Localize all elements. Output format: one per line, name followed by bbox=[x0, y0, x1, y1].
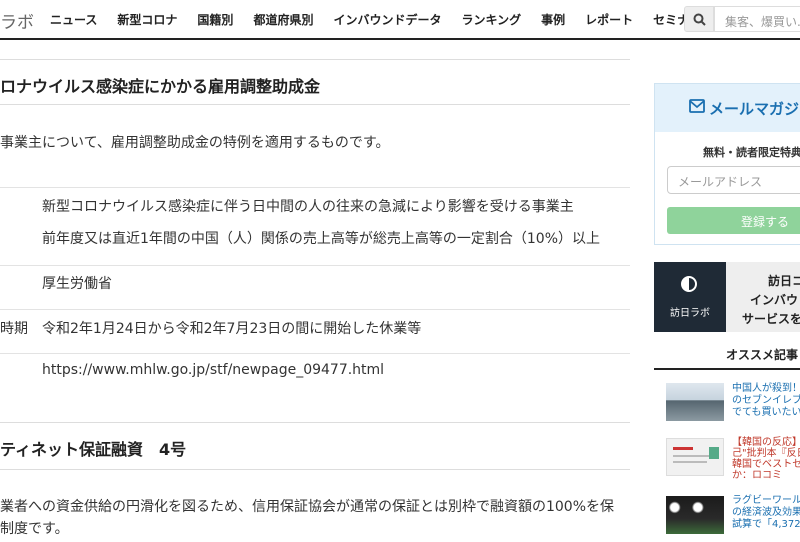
section-title: ティネット保証融資 4号 bbox=[0, 422, 630, 470]
site-logo[interactable]: ラボ bbox=[0, 8, 34, 33]
article-title-line: 中国人が殺到！ bbox=[732, 383, 800, 394]
divider bbox=[654, 368, 800, 370]
newsletter-subtitle: 無料・読者限定特典 bbox=[703, 146, 800, 159]
article-title-line: 【韓国の反応】 bbox=[732, 437, 800, 448]
search-button[interactable] bbox=[684, 6, 714, 32]
article-title-line: か：ロコミ bbox=[732, 470, 782, 481]
list-item[interactable]: 【韓国の反応】 己"批判本『反日 韓国でベストセ か：ロコミ bbox=[654, 436, 800, 486]
banner-text: インバウ bbox=[750, 293, 799, 307]
nav-item-inbound-data[interactable]: インバウンドデータ bbox=[333, 11, 441, 28]
article-title-line: のセブンイレブン bbox=[732, 395, 800, 406]
mail-icon bbox=[689, 99, 705, 113]
list-item[interactable]: ラグビーワール の経済波及効果 試算で「4,372億 bbox=[654, 492, 800, 542]
article-title-line: ラグビーワール bbox=[732, 495, 800, 506]
article-title-line: の経済波及効果 bbox=[732, 507, 800, 518]
article-title-line: でても買いたい bbox=[732, 407, 800, 418]
nav-item-news[interactable]: ニュース bbox=[50, 11, 97, 28]
list-item[interactable]: 中国人が殺到！ のセブンイレブン でても買いたい bbox=[654, 380, 800, 430]
source-link[interactable]: https://www.mhlw.go.jp/stf/newpage_09477… bbox=[42, 362, 384, 378]
table-row: 時期 令和2年1月24日から令和2年7月23日の間に開始した休業等 bbox=[0, 309, 630, 353]
article-thumbnail bbox=[666, 496, 724, 534]
banner-text: サービスを bbox=[742, 312, 800, 326]
nav-item-covid[interactable]: 新型コロナ bbox=[117, 11, 177, 28]
register-button[interactable]: 登録する bbox=[667, 207, 800, 234]
article-thumbnail bbox=[666, 438, 724, 476]
article-thumbnail bbox=[666, 383, 724, 421]
promo-banner[interactable]: 訪日ラボ 訪日コ インバウ サービスを bbox=[654, 262, 800, 332]
nav-item-cases[interactable]: 事例 bbox=[541, 11, 565, 28]
nav-item-nationality[interactable]: 国籍別 bbox=[197, 11, 233, 28]
row-label: 時期 bbox=[0, 321, 28, 337]
table-row: 新型コロナウイルス感染症に伴う日中間の人の往来の急減により影響を受ける事業主 前… bbox=[0, 187, 630, 265]
row-value: 前年度又は直近1年間の中国（人）関係の売上高等が総売上高等の一定割合（10%）以… bbox=[42, 231, 601, 247]
search-input[interactable]: 集客、爆買い... bbox=[714, 6, 800, 32]
newsletter-box: メールマガジン 無料・読者限定特典 メールアドレス 登録する bbox=[654, 83, 800, 245]
section-title: ロナウイルス感染症にかかる雇用調整助成金 bbox=[0, 59, 630, 105]
search-icon bbox=[693, 13, 706, 26]
banner-text: 訪日コ bbox=[768, 274, 800, 288]
row-value: 新型コロナウイルス感染症に伴う日中間の人の往来の急減により影響を受ける事業主 bbox=[42, 199, 574, 215]
site-header: ラボ ニュース 新型コロナ 国籍別 都道府県別 インバウンドデータ ランキング … bbox=[0, 0, 800, 40]
banner-logo-panel: 訪日ラボ bbox=[654, 262, 726, 332]
email-field[interactable]: メールアドレス bbox=[667, 166, 800, 194]
brand-logo-icon bbox=[681, 276, 697, 292]
nav-item-report[interactable]: レポート bbox=[585, 11, 633, 28]
article-title-line: 韓国でベストセ bbox=[732, 459, 800, 470]
main-nav: ニュース 新型コロナ 国籍別 都道府県別 インバウンドデータ ランキング 事例 … bbox=[50, 0, 721, 38]
section-intro: 制度です。 bbox=[0, 521, 69, 537]
article-title-line: 己"批判本『反日 bbox=[732, 448, 800, 459]
recommended-title: オススメ記事 bbox=[726, 348, 799, 362]
section-intro: 事業主について、雇用調整助成金の特例を適用するものです。 bbox=[0, 135, 390, 151]
row-value: 令和2年1月24日から令和2年7月23日の間に開始した休業等 bbox=[42, 321, 422, 337]
table-row: https://www.mhlw.go.jp/stf/newpage_09477… bbox=[0, 353, 630, 397]
newsletter-title: メールマガジン bbox=[709, 100, 800, 118]
section-intro: 業者への資金供給の円滑化を図るため、信用保証協会が通常の保証とは別枠で融資額の1… bbox=[0, 499, 615, 515]
newsletter-header: メールマガジン bbox=[655, 84, 800, 132]
table-row: 厚生労働省 bbox=[0, 265, 630, 309]
row-value: 厚生労働省 bbox=[42, 276, 112, 292]
nav-item-prefecture[interactable]: 都道府県別 bbox=[253, 11, 313, 28]
banner-logo-text: 訪日ラボ bbox=[670, 308, 710, 319]
article-title-line: 試算で「4,372億 bbox=[732, 519, 800, 530]
nav-item-ranking[interactable]: ランキング bbox=[461, 11, 521, 28]
